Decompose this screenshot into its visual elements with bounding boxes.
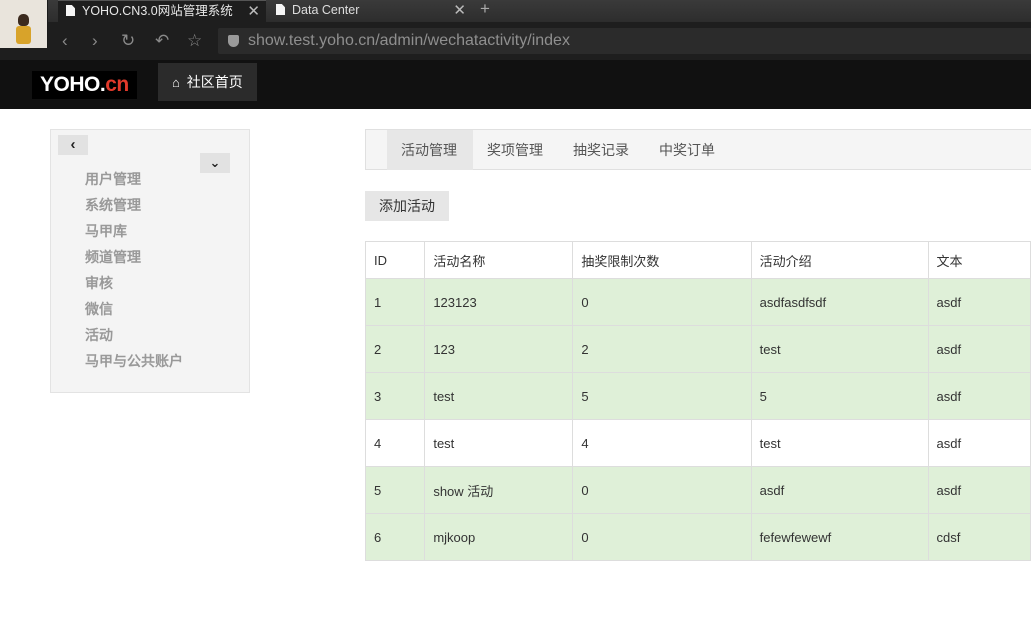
activity-table: ID 活动名称 抽奖限制次数 活动介绍 文本 1 123123 0 asdfasdfs… bbox=[364, 241, 1031, 561]
cell-intro: 5 bbox=[750, 372, 929, 420]
browser-toolbar: ‹ › ↻ ↶ ☆ show.test.yoho.cn/admin/wechat… bbox=[0, 22, 1031, 61]
cell-name: show 活动 bbox=[424, 466, 574, 514]
tab-title: Data Center bbox=[292, 3, 360, 17]
undo-icon[interactable]: ↶ bbox=[155, 31, 169, 51]
cell-text: asdf bbox=[927, 466, 1031, 514]
tab-winning-orders[interactable]: 中奖订单 bbox=[659, 130, 715, 170]
page-icon bbox=[276, 4, 285, 15]
chevron-down-icon[interactable]: ⌄ bbox=[200, 153, 230, 173]
address-bar[interactable]: show.test.yoho.cn/admin/wechatactivity/i… bbox=[218, 28, 1031, 54]
new-tab-icon[interactable]: + bbox=[480, 0, 490, 19]
collapse-sidebar-button[interactable]: ‹ bbox=[58, 135, 88, 155]
sidebar-item-vest-public-accounts[interactable]: 马甲与公共账户 bbox=[85, 351, 183, 377]
reload-icon[interactable]: ↻ bbox=[121, 31, 135, 51]
table-row[interactable]: 6 mjkoop 0 fefewfewewf cdsf bbox=[364, 513, 1031, 561]
page-icon bbox=[66, 5, 75, 16]
forward-icon[interactable]: › bbox=[92, 31, 98, 51]
star-icon[interactable]: ☆ bbox=[187, 31, 202, 51]
cell-text: asdf bbox=[927, 278, 1031, 326]
cell-id: 6 bbox=[364, 513, 426, 561]
sidebar: ‹ ⌄ 用户管理 系统管理 马甲库 频道管理 审核 微信 活动 马甲与公共账户 bbox=[50, 129, 250, 393]
sidebar-menu: 用户管理 系统管理 马甲库 频道管理 审核 微信 活动 马甲与公共账户 bbox=[85, 169, 183, 377]
avatar-figure-body bbox=[16, 26, 31, 44]
shield-icon bbox=[228, 35, 239, 47]
column-header-limit: 抽奖限制次数 bbox=[572, 241, 752, 279]
table-row[interactable]: 2 123 2 test asdf bbox=[364, 325, 1031, 373]
table-row[interactable]: 5 show 活动 0 asdf asdf bbox=[364, 466, 1031, 514]
column-header-id: ID bbox=[364, 241, 426, 279]
tab-prize-management[interactable]: 奖项管理 bbox=[487, 130, 543, 170]
cell-name: 123 bbox=[424, 325, 574, 373]
community-home-link[interactable]: ⌂ 社区首页 bbox=[158, 63, 257, 101]
cell-text: cdsf bbox=[927, 513, 1031, 561]
site-header: YOHO.cn ⌂ 社区首页 bbox=[0, 61, 1031, 109]
sidebar-item-review[interactable]: 审核 bbox=[85, 273, 183, 299]
sidebar-item-wechat[interactable]: 微信 bbox=[85, 299, 183, 325]
cell-limit: 2 bbox=[572, 325, 752, 373]
cell-limit: 0 bbox=[572, 513, 752, 561]
browser-tab-data-center[interactable]: Data Center ✕ bbox=[268, 0, 472, 22]
cell-intro: asdfasdfsdf bbox=[750, 278, 929, 326]
tab-activity-management[interactable]: 活动管理 bbox=[387, 130, 473, 170]
column-header-name: 活动名称 bbox=[424, 241, 574, 279]
close-tab-icon[interactable]: ✕ bbox=[453, 0, 466, 21]
tab-draw-records[interactable]: 抽奖记录 bbox=[573, 130, 629, 170]
table-row[interactable]: 1 123123 0 asdfasdfsdf asdf bbox=[364, 278, 1031, 326]
sidebar-item-vest-library[interactable]: 马甲库 bbox=[85, 221, 183, 247]
avatar-figure-head bbox=[18, 14, 29, 26]
cell-text: asdf bbox=[927, 372, 1031, 420]
tab-title: YOHO.CN3.0网站管理系统 bbox=[82, 4, 233, 18]
sidebar-item-user-management[interactable]: 用户管理 bbox=[85, 169, 183, 195]
user-avatar[interactable] bbox=[0, 0, 48, 48]
sidebar-item-system-management[interactable]: 系统管理 bbox=[85, 195, 183, 221]
site-logo[interactable]: YOHO.cn bbox=[32, 71, 137, 99]
cell-name: mjkoop bbox=[424, 513, 574, 561]
home-icon: ⌂ bbox=[172, 75, 180, 90]
cell-limit: 0 bbox=[572, 278, 752, 326]
table-row[interactable]: 3 test 5 5 asdf bbox=[364, 372, 1031, 420]
cell-text: asdf bbox=[927, 325, 1031, 373]
logo-accent-text: cn bbox=[105, 73, 129, 96]
close-tab-icon[interactable]: ✕ bbox=[247, 1, 260, 22]
cell-intro: test bbox=[750, 419, 929, 467]
cell-intro: test bbox=[750, 325, 929, 373]
cell-id: 4 bbox=[364, 419, 426, 467]
cell-intro: asdf bbox=[750, 466, 929, 514]
activity-tabs: 活动管理 奖项管理 抽奖记录 中奖订单 bbox=[365, 129, 1031, 170]
column-header-text: 文本 bbox=[927, 241, 1031, 279]
sidebar-item-activity[interactable]: 活动 bbox=[85, 325, 183, 351]
cell-name: 123123 bbox=[424, 278, 574, 326]
cell-limit: 5 bbox=[572, 372, 752, 420]
back-icon[interactable]: ‹ bbox=[62, 31, 68, 51]
browser-tab-admin[interactable]: YOHO.CN3.0网站管理系统 ✕ bbox=[58, 0, 266, 22]
table-header-row: ID 活动名称 抽奖限制次数 活动介绍 文本 bbox=[364, 241, 1031, 279]
cell-name: test bbox=[424, 372, 574, 420]
add-activity-button[interactable]: 添加活动 bbox=[365, 191, 449, 221]
cell-name: test bbox=[424, 419, 574, 467]
url-text[interactable]: show.test.yoho.cn/admin/wechatactivity/i… bbox=[248, 32, 570, 50]
sidebar-item-channel-management[interactable]: 频道管理 bbox=[85, 247, 183, 273]
cell-id: 3 bbox=[364, 372, 426, 420]
browser-tab-strip: YOHO.CN3.0网站管理系统 ✕ Data Center ✕ + bbox=[0, 0, 1031, 22]
column-header-intro: 活动介绍 bbox=[750, 241, 929, 279]
table-row[interactable]: 4 test 4 test asdf bbox=[364, 419, 1031, 467]
cell-text: asdf bbox=[927, 419, 1031, 467]
cell-limit: 0 bbox=[572, 466, 752, 514]
community-home-label: 社区首页 bbox=[186, 74, 243, 90]
logo-text: YOHO. bbox=[40, 73, 106, 96]
cell-intro: fefewfewewf bbox=[750, 513, 929, 561]
cell-limit: 4 bbox=[572, 419, 752, 467]
cell-id: 1 bbox=[364, 278, 426, 326]
cell-id: 2 bbox=[364, 325, 426, 373]
cell-id: 5 bbox=[364, 466, 426, 514]
